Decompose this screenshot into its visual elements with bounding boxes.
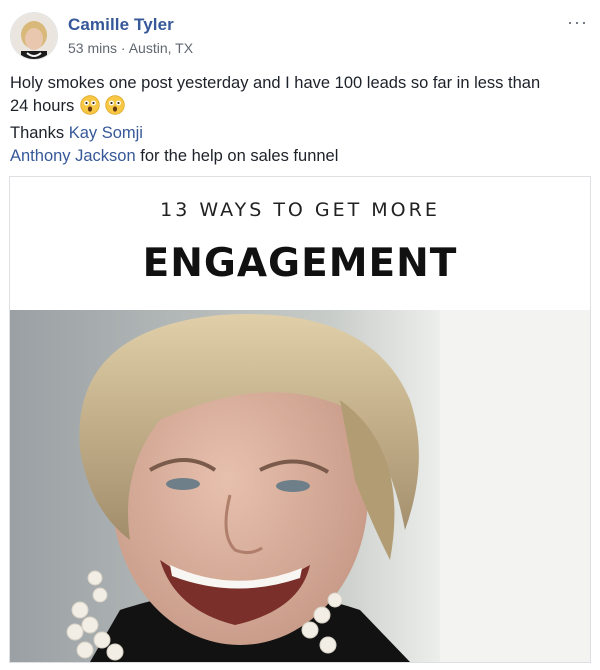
image-banner: 13 WAYS TO GET MORE ENGAGEMENT <box>10 177 590 310</box>
post-subline: 53 mins · Austin, TX <box>68 38 193 58</box>
post-timestamp[interactable]: 53 mins <box>68 40 117 56</box>
post-header: Camille Tyler 53 mins · Austin, TX <box>10 12 193 60</box>
author-name-link[interactable]: Camille Tyler <box>68 14 193 36</box>
banner-kicker: 13 WAYS TO GET MORE <box>160 199 440 221</box>
post-text-line-2: 24 hours <box>10 95 590 122</box>
post-text-24-hours: 24 hours <box>10 97 75 115</box>
mention-anthony-jackson[interactable]: Anthony Jackson <box>10 147 136 165</box>
woman-photo <box>10 310 590 662</box>
post-image[interactable]: 13 WAYS TO GET MORE ENGAGEMENT <box>9 176 591 663</box>
mention-kay-somji[interactable]: Kay Somji <box>69 124 143 142</box>
post-options-button[interactable]: ··· <box>567 12 588 33</box>
line-4-suffix: for the help on sales funnel <box>135 147 339 165</box>
thanks-prefix: Thanks <box>10 124 69 142</box>
meta-separator: · <box>120 40 126 56</box>
author-avatar[interactable] <box>10 12 58 60</box>
post-text-line-3: Thanks Kay Somji <box>10 122 590 145</box>
avatar-image <box>11 13 57 59</box>
astonished-face-icon <box>105 95 126 122</box>
post-meta: Camille Tyler 53 mins · Austin, TX <box>68 14 193 58</box>
facebook-post: Camille Tyler 53 mins · Austin, TX ··· H… <box>0 0 600 670</box>
post-text-line-4: Anthony Jackson for the help on sales fu… <box>10 145 590 168</box>
banner-headline: ENGAGEMENT <box>142 241 458 286</box>
astonished-face-icon <box>80 95 100 122</box>
post-text: Holy smokes one post yesterday and I hav… <box>10 72 590 168</box>
post-location[interactable]: Austin, TX <box>129 40 193 56</box>
post-text-line-1: Holy smokes one post yesterday and I hav… <box>10 74 541 92</box>
